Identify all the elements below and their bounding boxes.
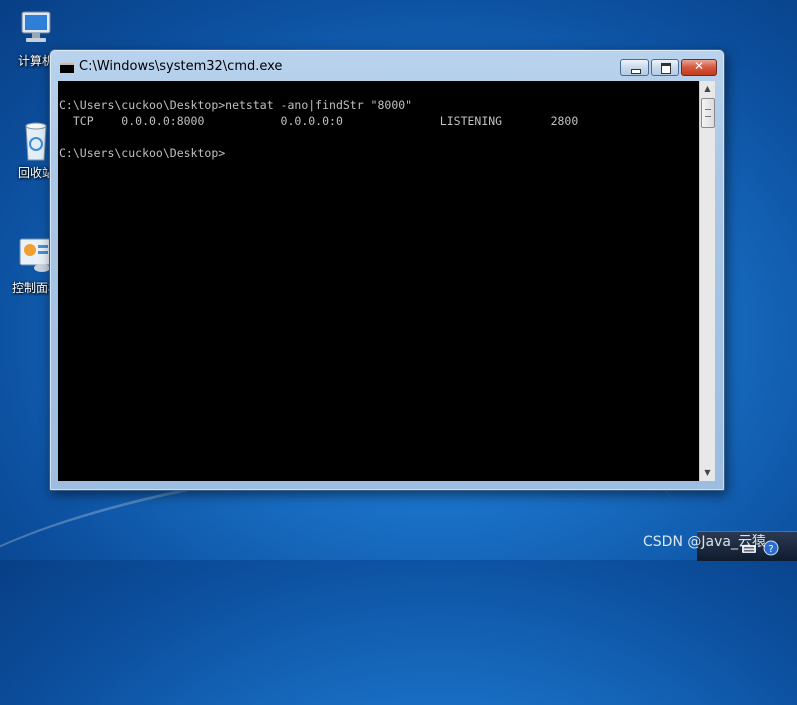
cmd-window[interactable]: C:\Windows\system32\cmd.exe ✕ C:\Users\c…	[49, 49, 725, 491]
scroll-up-arrow-icon[interactable]: ▲	[700, 81, 715, 97]
close-icon: ✕	[693, 59, 705, 73]
maximize-button[interactable]	[651, 59, 679, 76]
console-output[interactable]: C:\Users\cuckoo\Desktop>netstat -ano|fin…	[58, 81, 699, 481]
computer-icon	[16, 8, 56, 48]
maximize-icon	[661, 63, 671, 74]
scroll-down-arrow-icon[interactable]: ▼	[700, 465, 715, 481]
svg-text:?: ?	[768, 544, 773, 555]
vertical-scrollbar[interactable]: ▲ ▼	[699, 81, 715, 481]
title-bar[interactable]: C:\Windows\system32\cmd.exe ✕	[50, 50, 724, 80]
scroll-thumb[interactable]	[701, 98, 715, 128]
cmd-app-icon[interactable]	[59, 62, 75, 74]
console-text: C:\Users\cuckoo\Desktop>netstat -ano|fin…	[59, 98, 579, 160]
minimize-button[interactable]	[620, 59, 649, 76]
minimize-icon	[631, 69, 641, 74]
watermark-text: CSDN @Java_云猿	[643, 534, 766, 550]
window-title: C:\Windows\system32\cmd.exe	[79, 59, 283, 74]
close-button[interactable]: ✕	[681, 59, 717, 76]
